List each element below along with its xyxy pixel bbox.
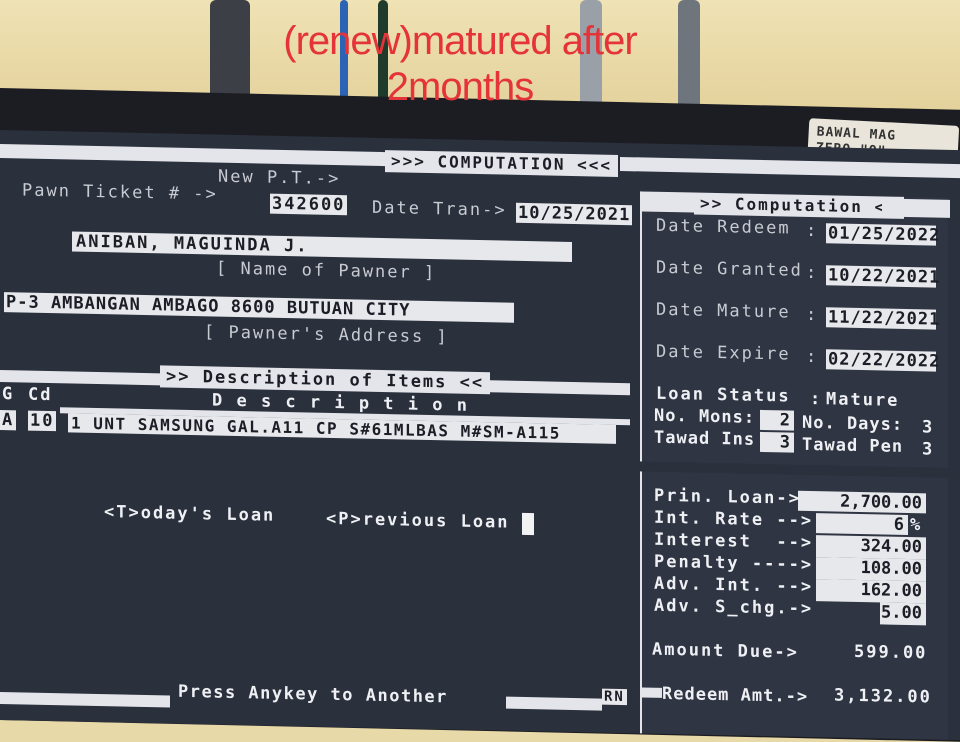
loan-status-sep: : bbox=[810, 388, 823, 410]
date-mature-sep: : bbox=[806, 304, 819, 326]
pawn-ticket-label: Pawn Ticket # -> bbox=[22, 180, 218, 205]
overlay-caption-line-1: (renew)matured after bbox=[283, 19, 637, 63]
redeem-amt-label: Redeem Amt.-> bbox=[662, 683, 809, 707]
previous-loan-option[interactable]: <P>revious Loan bbox=[326, 509, 510, 533]
no-mons-label: No. Mons: bbox=[654, 405, 756, 428]
amount-due-value: 599.00 bbox=[854, 641, 928, 664]
interest-label: Interest --> bbox=[654, 529, 814, 554]
computation-title: >>> COMPUTATION <<< bbox=[385, 150, 619, 177]
pawn-ticket-field[interactable]: 342600 bbox=[270, 193, 348, 216]
date-redeem-sep: : bbox=[806, 220, 819, 242]
title-bar-left bbox=[0, 144, 385, 167]
pawner-address-field[interactable]: P-3 AMBANGAN AMBAGO 8600 BUTUAN CITY bbox=[4, 292, 514, 323]
terminal-screen: >>> COMPUTATION <<< New P.T.-> Pawn Tick… bbox=[0, 130, 960, 741]
date-expire-sep: : bbox=[806, 346, 819, 368]
items-section-title: >> Description of Items << bbox=[160, 365, 491, 395]
pawner-name-field[interactable]: ANIBAN, MAGUINDA J. bbox=[72, 231, 572, 262]
date-redeem-field[interactable]: 01/25/2022 bbox=[826, 223, 940, 246]
date-tran-label: Date Tran-> bbox=[372, 197, 507, 221]
tawad-ins-label: Tawad Ins bbox=[654, 427, 756, 450]
date-redeem-label: Date Redeem bbox=[656, 215, 791, 239]
column-cd: Cd bbox=[28, 384, 53, 406]
amounts-panel: Prin. Loan-> 2,700.00 Int. Rate --> 6 % … bbox=[640, 471, 948, 740]
date-granted-sep: : bbox=[806, 262, 819, 284]
computation-panel: >> Computation << Date Redeem : 01/25/20… bbox=[640, 191, 950, 468]
computation-panel-title: >> Computation << bbox=[694, 192, 904, 219]
todays-loan-option[interactable]: <T>oday's Loan bbox=[104, 502, 275, 526]
items-bar-right bbox=[490, 380, 630, 396]
text-cursor bbox=[522, 512, 534, 536]
footer-bar-right bbox=[506, 696, 602, 711]
computation-panel-bar bbox=[642, 191, 694, 213]
pawner-name-caption: [ Name of Pawner ] bbox=[216, 258, 437, 284]
penalty-label: Penalty ----> bbox=[654, 551, 814, 576]
int-rate-field[interactable]: 6 bbox=[816, 513, 908, 536]
loan-status-label: Loan Status bbox=[656, 383, 791, 407]
interest-field[interactable]: 324.00 bbox=[816, 535, 926, 560]
penalty-field[interactable]: 108.00 bbox=[816, 557, 926, 582]
computation-panel-bar-right bbox=[882, 198, 950, 218]
tawad-ins-field[interactable]: 3 bbox=[760, 431, 794, 453]
no-mons-field[interactable]: 2 bbox=[760, 409, 794, 431]
redeem-amt-value: 3,132.00 bbox=[834, 685, 932, 708]
date-expire-field[interactable]: 02/22/2022 bbox=[826, 349, 940, 372]
date-granted-label: Date Granted bbox=[656, 257, 803, 281]
pawner-address-caption: [ Pawner's Address ] bbox=[204, 322, 449, 348]
adv-schg-label: Adv. S_chg.-> bbox=[654, 595, 814, 620]
prin-loan-field[interactable]: 2,700.00 bbox=[798, 490, 926, 514]
date-tran-field[interactable]: 10/25/2021 bbox=[516, 202, 633, 226]
no-days-value: 3 bbox=[922, 417, 935, 438]
title-bar-right bbox=[620, 156, 960, 179]
overlay-caption: (renew)matured after 2months bbox=[150, 18, 770, 110]
date-mature-field[interactable]: 11/22/2021 bbox=[826, 307, 940, 330]
overlay-caption-line-2: 2months bbox=[386, 65, 534, 109]
prin-loan-label: Prin. Loan-> bbox=[654, 485, 801, 509]
date-granted-field[interactable]: 10/22/2021 bbox=[826, 265, 940, 288]
items-bar-left bbox=[0, 370, 160, 386]
tawad-pen-value: 3 bbox=[922, 439, 935, 460]
loan-status-value: Mature bbox=[826, 389, 900, 411]
adv-int-field[interactable]: 162.00 bbox=[816, 579, 926, 604]
item-row-g[interactable]: A bbox=[0, 410, 17, 431]
date-expire-label: Date Expire bbox=[656, 341, 791, 365]
redeem-bar bbox=[642, 687, 662, 698]
new-pt-label: New P.T.-> bbox=[218, 166, 341, 190]
adv-schg-field[interactable]: 5.00 bbox=[880, 602, 926, 626]
footer-bar-left bbox=[0, 692, 170, 708]
tawad-pen-label: Tawad Pen bbox=[802, 434, 904, 457]
int-rate-unit: % bbox=[910, 515, 923, 536]
amount-due-label: Amount Due-> bbox=[652, 639, 799, 663]
int-rate-label: Int. Rate --> bbox=[654, 507, 814, 532]
footer-prompt: Press Anykey to Another bbox=[178, 681, 448, 708]
adv-int-label: Adv. Int. --> bbox=[654, 573, 814, 598]
item-row-cd[interactable]: 10 bbox=[28, 410, 57, 432]
footer-code: RN bbox=[602, 688, 627, 706]
column-g: G bbox=[2, 384, 15, 405]
no-days-label: No. Days: bbox=[802, 412, 904, 435]
date-mature-label: Date Mature bbox=[656, 299, 791, 323]
